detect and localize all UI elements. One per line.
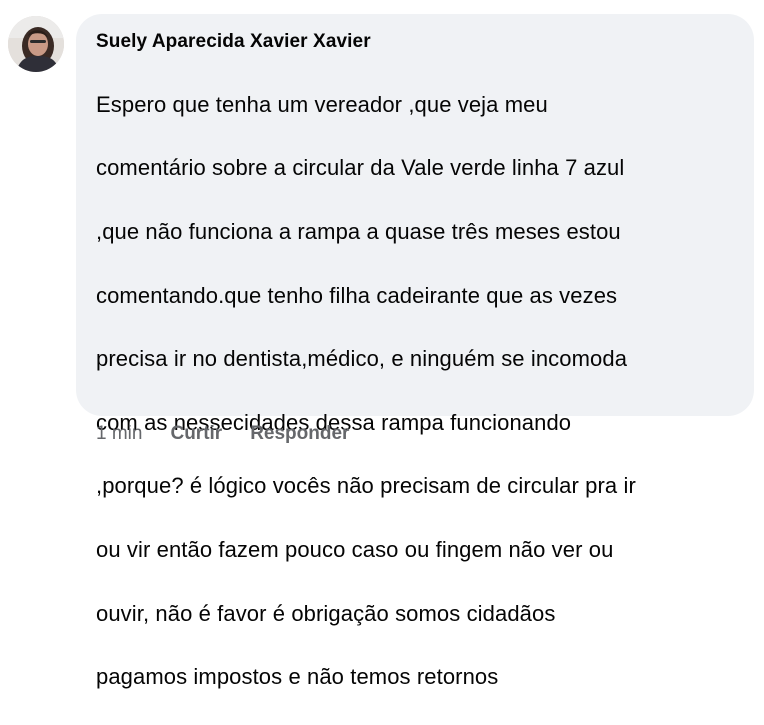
timestamp[interactable]: 1 min — [96, 423, 142, 445]
comment-line: pagamos impostos e não temos retornos — [96, 664, 499, 690]
comment-line: ou vir então fazem pouco caso ou fingem … — [96, 536, 614, 562]
comment-bubble: Suely Aparecida Xavier Xavier Espero que… — [76, 14, 754, 689]
comment-text: Espero que tenha um vereador ,que veja m… — [96, 57, 734, 725]
avatar[interactable] — [8, 16, 64, 72]
comment: Suely Aparecida Xavier Xavier Espero que… — [0, 0, 764, 689]
comment-line: comentário sobre a circular da Vale verd… — [96, 155, 625, 181]
comment-line: ouvir, não é favor é obrigação somos cid… — [96, 600, 556, 626]
reply-button[interactable]: Responder — [250, 423, 349, 445]
comment-actions: 1 min Curtir Responder — [96, 420, 349, 448]
author-name[interactable]: Suely Aparecida Xavier Xavier — [96, 30, 734, 54]
like-button[interactable]: Curtir — [170, 423, 222, 445]
comment-line: ,que não funciona a rampa a quase três m… — [96, 218, 621, 244]
comment-line: ,porque? é lógico vocês não precisam de … — [96, 473, 636, 499]
comment-line: comentando.que tenho filha cadeirante qu… — [96, 282, 618, 308]
comment-line: Espero que tenha um vereador ,que veja m… — [96, 91, 548, 117]
comment-line: precisa ir no dentista,médico, e ninguém… — [96, 346, 628, 372]
user-photo-avatar-icon — [8, 16, 64, 72]
